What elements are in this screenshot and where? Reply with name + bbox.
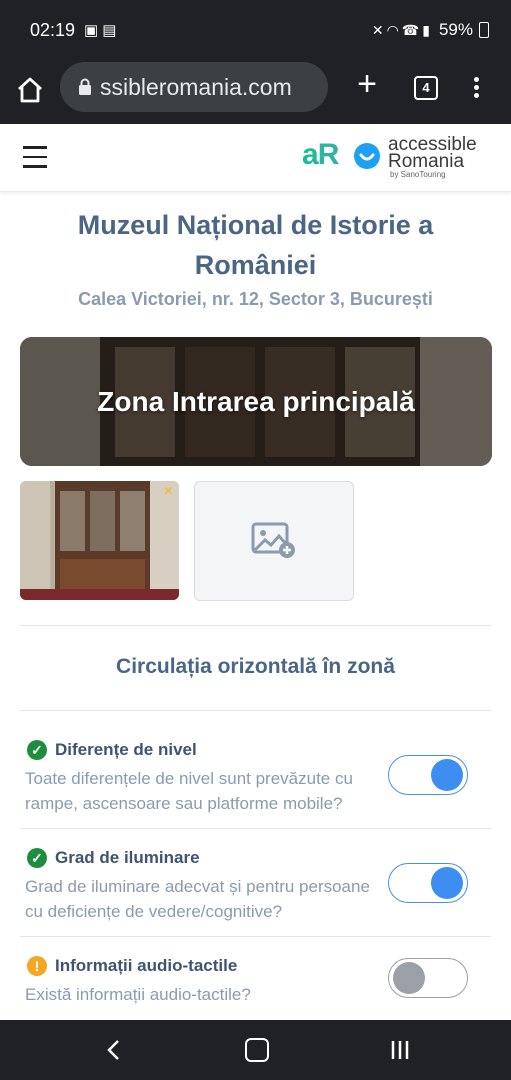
remove-photo-icon[interactable]: × bbox=[164, 483, 173, 501]
status-bar: 02:19 ▣▤ ✕◠☎▮ 59% bbox=[0, 0, 511, 62]
page-title: Muzeul Național de Istorie a României bbox=[77, 210, 434, 280]
logo-byline: by SanoTouring bbox=[390, 170, 446, 179]
status-right: ✕◠☎▮ 59% bbox=[372, 20, 489, 40]
divider bbox=[20, 625, 491, 626]
criterion-name: Informații audio-tactile bbox=[55, 956, 238, 975]
tab-switcher-button[interactable]: 4 bbox=[414, 76, 438, 100]
logo-mark: aR bbox=[302, 138, 339, 171]
divider bbox=[20, 710, 491, 711]
check-icon: ✓ bbox=[27, 740, 47, 760]
criterion-name: Diferențe de nivel bbox=[55, 740, 197, 759]
more-menu-icon[interactable] bbox=[466, 74, 486, 104]
add-image-icon bbox=[251, 522, 295, 558]
criterion-toggle[interactable] bbox=[388, 755, 468, 795]
add-photo-button[interactable] bbox=[194, 481, 354, 601]
criterion-description: Toate diferențele de nivel sunt prevăzut… bbox=[25, 769, 353, 813]
warning-icon: ! bbox=[27, 956, 47, 976]
site-logo[interactable]: aR accessible Romania by SanoTouring bbox=[302, 134, 497, 184]
recent-apps-icon[interactable] bbox=[389, 1040, 411, 1060]
section-title: Circulația orizontală în zonă bbox=[116, 655, 395, 678]
new-tab-icon[interactable]: + bbox=[352, 67, 382, 101]
address-bar[interactable]: ssibleromania.com bbox=[60, 62, 328, 112]
home-nav-icon[interactable] bbox=[245, 1038, 269, 1062]
battery-icon bbox=[479, 22, 489, 38]
home-icon[interactable] bbox=[14, 74, 46, 106]
gallery-icon: ▣ bbox=[84, 22, 103, 39]
url-text: ssibleromania.com bbox=[100, 73, 292, 100]
check-icon: ✓ bbox=[27, 848, 47, 868]
browser-toolbar: ssibleromania.com + 4 bbox=[0, 62, 511, 124]
divider bbox=[20, 828, 491, 829]
system-nav-bar bbox=[0, 1020, 511, 1080]
call-signal-icon: ☎ bbox=[401, 21, 423, 38]
mute-icon: ✕ bbox=[371, 21, 387, 38]
criterion-toggle[interactable] bbox=[388, 958, 468, 998]
hamburger-menu-icon[interactable] bbox=[23, 146, 47, 168]
logo-smile-icon bbox=[354, 143, 380, 169]
notification-icons: ▣▤ bbox=[84, 21, 120, 39]
wifi-icon: ◠ bbox=[386, 21, 402, 38]
back-icon[interactable] bbox=[104, 1038, 124, 1062]
divider bbox=[20, 936, 491, 937]
site-header: aR accessible Romania by SanoTouring bbox=[0, 124, 511, 192]
lock-icon bbox=[79, 78, 91, 95]
status-time: 02:19 bbox=[30, 20, 76, 40]
signal-icon: ▮ bbox=[422, 21, 433, 38]
battery-level: 59% bbox=[438, 20, 473, 39]
zone-banner[interactable]: Zona Intrarea principală bbox=[20, 337, 492, 466]
photo-thumbnail[interactable]: × bbox=[20, 481, 179, 600]
criterion-description: Grad de iluminare adecvat și pentru pers… bbox=[25, 877, 370, 921]
criterion-toggle[interactable] bbox=[388, 863, 468, 903]
criterion-name: Grad de iluminare bbox=[55, 848, 200, 867]
criterion-description: Există informații audio-tactile? bbox=[25, 985, 251, 1004]
zone-title: Zona Intrarea principală bbox=[97, 385, 415, 417]
venue-address: Calea Victoriei, nr. 12, Sector 3, Bucur… bbox=[78, 289, 433, 309]
cast-icon: ▤ bbox=[102, 22, 121, 39]
